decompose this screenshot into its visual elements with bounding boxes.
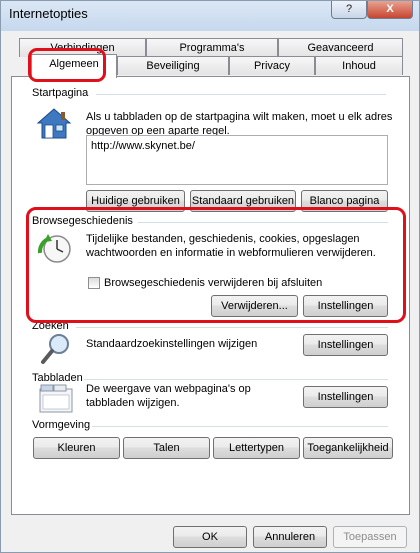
- title-bar[interactable]: Internetopties ? X: [1, 1, 419, 31]
- tabs-settings-button[interactable]: Instellingen: [303, 386, 388, 408]
- accessibility-button[interactable]: Toegankelijkheid: [303, 437, 393, 459]
- ok-button[interactable]: OK: [173, 526, 247, 548]
- fonts-button[interactable]: Lettertypen: [213, 437, 300, 459]
- annotation-highlight-history: [26, 207, 406, 323]
- help-button[interactable]: ?: [331, 1, 367, 19]
- divider: [96, 94, 386, 95]
- group-label-startpagina: Startpagina: [32, 87, 89, 99]
- apply-button[interactable]: Toepassen: [333, 526, 407, 548]
- tab-geavanceerd[interactable]: Geavanceerd: [278, 38, 403, 57]
- colors-button[interactable]: Kleuren: [33, 437, 120, 459]
- tab-programmas[interactable]: Programma's: [146, 38, 278, 57]
- cancel-button[interactable]: Annuleren: [253, 526, 327, 548]
- tabbladen-description: De weergave van webpagina's op tabbladen…: [86, 383, 251, 409]
- tab-inhoud[interactable]: Inhoud: [315, 56, 403, 75]
- home-icon: [36, 108, 72, 139]
- close-button[interactable]: X: [367, 1, 413, 19]
- divider: [84, 379, 388, 380]
- annotation-highlight-tab: [28, 48, 106, 82]
- group-label-vormgeving: Vormgeving: [32, 419, 91, 431]
- languages-button[interactable]: Talen: [123, 437, 210, 459]
- divider: [76, 327, 388, 328]
- magnifier-icon: [41, 334, 69, 364]
- zoeken-description: Standaardzoekinstellingen wijzigen: [86, 338, 258, 350]
- search-settings-button[interactable]: Instellingen: [303, 334, 388, 356]
- startpagina-description: Als u tabbladen op de startpagina wilt m…: [86, 111, 393, 137]
- homepage-url-textarea[interactable]: http://www.skynet.be/: [86, 135, 388, 185]
- homepage-url-value: http://www.skynet.be/: [91, 140, 195, 152]
- divider: [92, 426, 388, 427]
- tab-privacy[interactable]: Privacy: [229, 56, 315, 75]
- tabs-icon: [39, 384, 73, 413]
- window-title: Internetopties: [9, 6, 88, 21]
- tab-beveiliging[interactable]: Beveiliging: [117, 56, 229, 75]
- internet-options-window: Internetopties ? X Verbindingen Programm…: [0, 0, 420, 553]
